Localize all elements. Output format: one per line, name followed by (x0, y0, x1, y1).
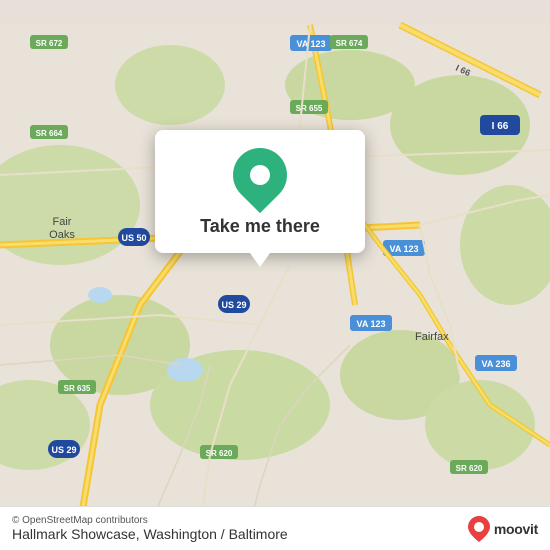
bottom-left-info: © OpenStreetMap contributors Hallmark Sh… (12, 515, 288, 542)
svg-text:SR 664: SR 664 (36, 129, 63, 138)
map-background: I 66 VA 123 SR 674 SR 672 SR 664 SR 655 … (0, 0, 550, 550)
pin-dot (250, 165, 270, 185)
svg-text:Oaks: Oaks (49, 229, 75, 241)
moovit-text: moovit (494, 521, 538, 537)
moovit-pin-icon (468, 516, 490, 542)
svg-text:VA 123: VA 123 (296, 39, 325, 49)
svg-text:US 29: US 29 (221, 300, 246, 310)
svg-text:Fair: Fair (53, 216, 72, 228)
svg-text:SR 674: SR 674 (336, 39, 363, 48)
svg-text:Fairfax: Fairfax (415, 331, 449, 343)
svg-text:US 50: US 50 (121, 233, 146, 243)
location-pin-icon (222, 137, 298, 213)
map-container: I 66 VA 123 SR 674 SR 672 SR 664 SR 655 … (0, 0, 550, 550)
take-me-there-button[interactable]: Take me there (200, 216, 320, 237)
osm-attribution: © OpenStreetMap contributors (12, 515, 288, 526)
svg-text:VA 123: VA 123 (389, 244, 418, 254)
svg-text:VA 236: VA 236 (481, 359, 510, 369)
svg-text:SR 635: SR 635 (64, 384, 91, 393)
bottom-bar: © OpenStreetMap contributors Hallmark Sh… (0, 506, 550, 550)
svg-text:I 66: I 66 (492, 121, 509, 132)
svg-text:SR 655: SR 655 (296, 104, 323, 113)
svg-text:SR 620: SR 620 (456, 464, 483, 473)
location-label: Hallmark Showcase, Washington / Baltimor… (12, 526, 288, 542)
svg-text:SR 672: SR 672 (36, 39, 63, 48)
svg-text:VA 123: VA 123 (356, 319, 385, 329)
location-popup: Take me there (155, 130, 365, 253)
svg-text:US 29: US 29 (51, 445, 76, 455)
moovit-logo: moovit (468, 516, 538, 542)
